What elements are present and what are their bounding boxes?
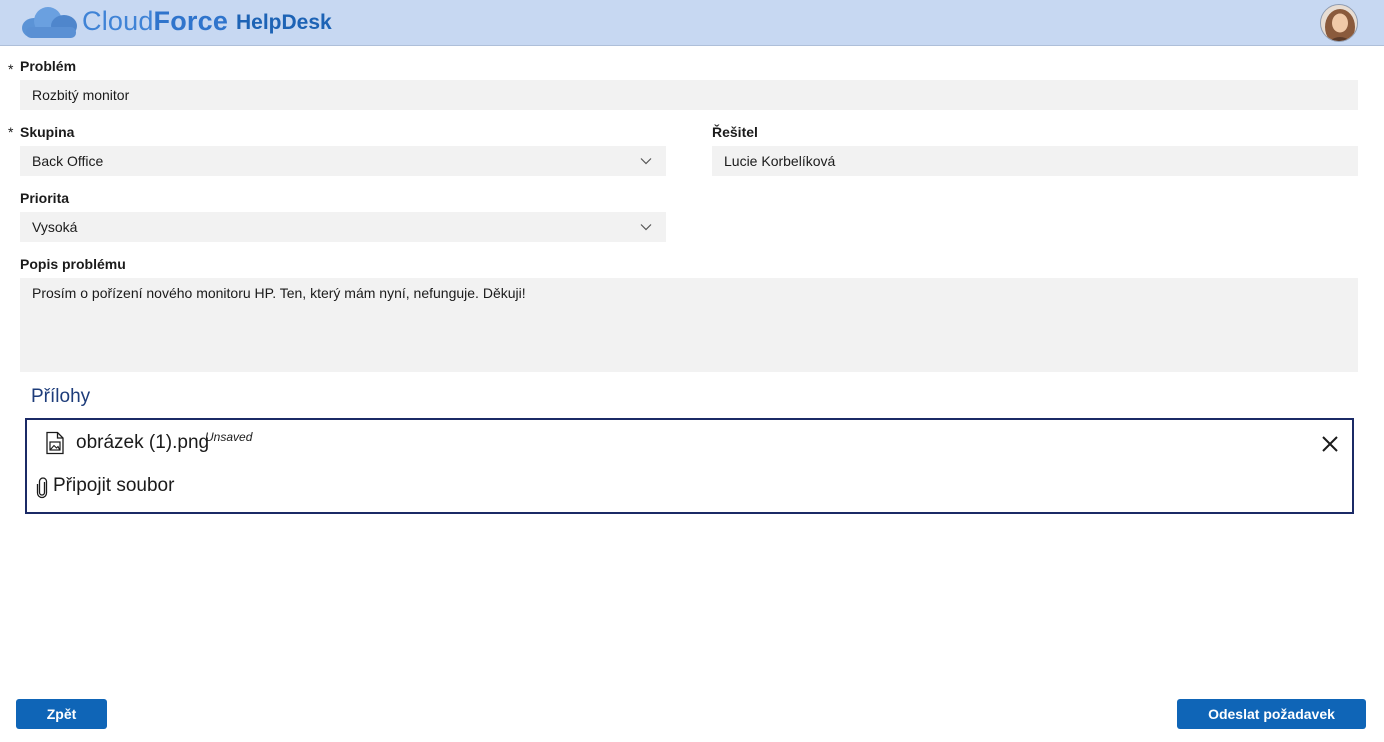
problem-input[interactable]: Rozbitý monitor <box>20 80 1358 110</box>
app-header: CloudForce HelpDesk <box>0 0 1384 46</box>
attachments-title: Přílohy <box>31 386 91 407</box>
image-file-icon <box>46 431 64 455</box>
priority-select-value: Vysoká <box>32 219 78 235</box>
app-title: HelpDesk <box>236 11 332 34</box>
attachments-panel: obrázek (1).png Unsaved Připojit soubor <box>25 418 1354 514</box>
group-label: Skupina <box>20 124 75 140</box>
chevron-down-icon <box>640 158 652 165</box>
priority-label: Priorita <box>20 190 70 206</box>
attachment-status: Unsaved <box>205 430 253 444</box>
paperclip-icon <box>36 477 48 499</box>
required-marker: * <box>8 61 14 77</box>
group-select-value: Back Office <box>32 153 104 169</box>
cloud-logo-icon <box>22 7 77 38</box>
back-button[interactable]: Zpět <box>16 699 107 729</box>
user-avatar-icon <box>1321 5 1357 41</box>
description-label: Popis problému <box>20 256 126 272</box>
description-textarea[interactable]: Prosím o pořízení nového monitoru HP. Te… <box>20 278 1358 372</box>
assignee-input[interactable]: Lucie Korbelíková <box>712 146 1358 176</box>
user-avatar[interactable] <box>1320 4 1358 42</box>
submit-request-button[interactable]: Odeslat požadavek <box>1177 699 1366 729</box>
problem-label: Problém <box>20 58 77 74</box>
required-marker: * <box>8 124 14 140</box>
remove-attachment-close-icon[interactable] <box>1319 433 1341 455</box>
attach-file-link[interactable]: Připojit soubor <box>53 475 174 497</box>
group-select[interactable]: Back Office <box>20 146 666 176</box>
priority-select[interactable]: Vysoká <box>20 212 666 242</box>
assignee-label: Řešitel <box>712 124 758 140</box>
attachment-file-name[interactable]: obrázek (1).png <box>76 432 209 454</box>
chevron-down-icon <box>640 224 652 231</box>
brand-name: CloudForce <box>82 6 229 36</box>
